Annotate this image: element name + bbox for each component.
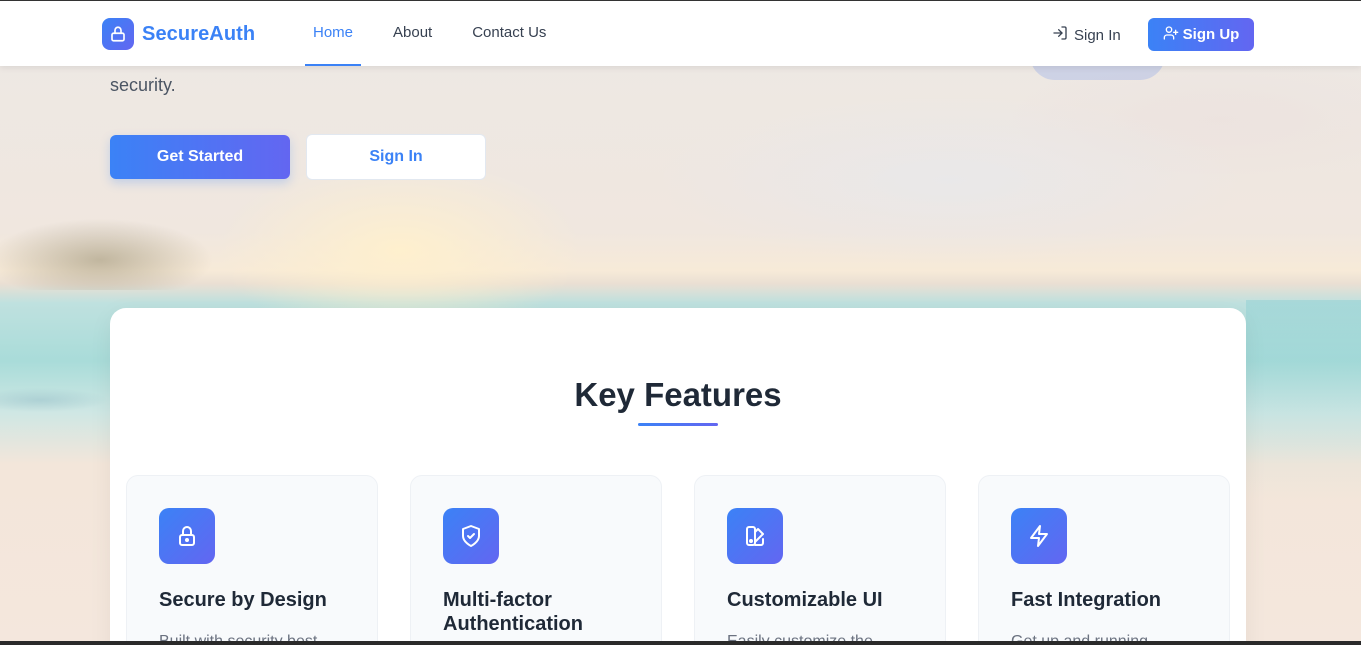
nav-link-about[interactable]: About xyxy=(385,1,440,66)
nav-link-home[interactable]: Home xyxy=(305,1,362,66)
lock-icon xyxy=(102,18,134,50)
nav-sign-in-label: Sign In xyxy=(1074,26,1121,44)
title-underline xyxy=(638,423,718,426)
feature-card: Customizable UI Easily customize the xyxy=(694,475,946,645)
user-plus-icon xyxy=(1163,25,1179,45)
background-sea xyxy=(1246,300,1361,500)
navbar: SecureAuth Home About Contact Us Sign In… xyxy=(0,0,1361,66)
shield-check-icon xyxy=(443,508,499,564)
get-started-button[interactable]: Get Started xyxy=(110,135,290,179)
feature-card: Multi-factor Authentication xyxy=(410,475,662,645)
nav-sign-in-button[interactable]: Sign In xyxy=(1052,25,1121,45)
bottom-strip xyxy=(0,641,1361,645)
nav-sign-up-label: Sign Up xyxy=(1182,26,1240,43)
nav-link-contact[interactable]: Contact Us xyxy=(464,1,554,66)
brand[interactable]: SecureAuth xyxy=(102,18,255,50)
feature-title: Secure by Design xyxy=(159,589,327,611)
features-title: Key Features xyxy=(574,376,782,413)
hero-description: security. xyxy=(110,75,176,95)
background-island xyxy=(0,200,270,290)
brand-name: SecureAuth xyxy=(142,22,256,45)
nav-links: Home About Contact Us xyxy=(305,1,578,66)
lock-icon xyxy=(159,508,215,564)
hero-sign-in-button[interactable]: Sign In xyxy=(306,134,486,180)
palette-icon xyxy=(727,508,783,564)
feature-card: Secure by Design Built with security bes… xyxy=(126,475,378,645)
nav-sign-up-button[interactable]: Sign Up xyxy=(1148,18,1254,51)
feature-card: Fast Integration Get up and running xyxy=(978,475,1230,645)
feature-title: Fast Integration xyxy=(1011,589,1162,611)
lightning-icon xyxy=(1011,508,1067,564)
features-section: Key Features Secure by Design Built with… xyxy=(110,308,1246,645)
feature-title: Customizable UI xyxy=(727,589,883,611)
sign-in-icon xyxy=(1052,25,1068,45)
feature-title: Multi-factor Authentication xyxy=(443,589,583,635)
